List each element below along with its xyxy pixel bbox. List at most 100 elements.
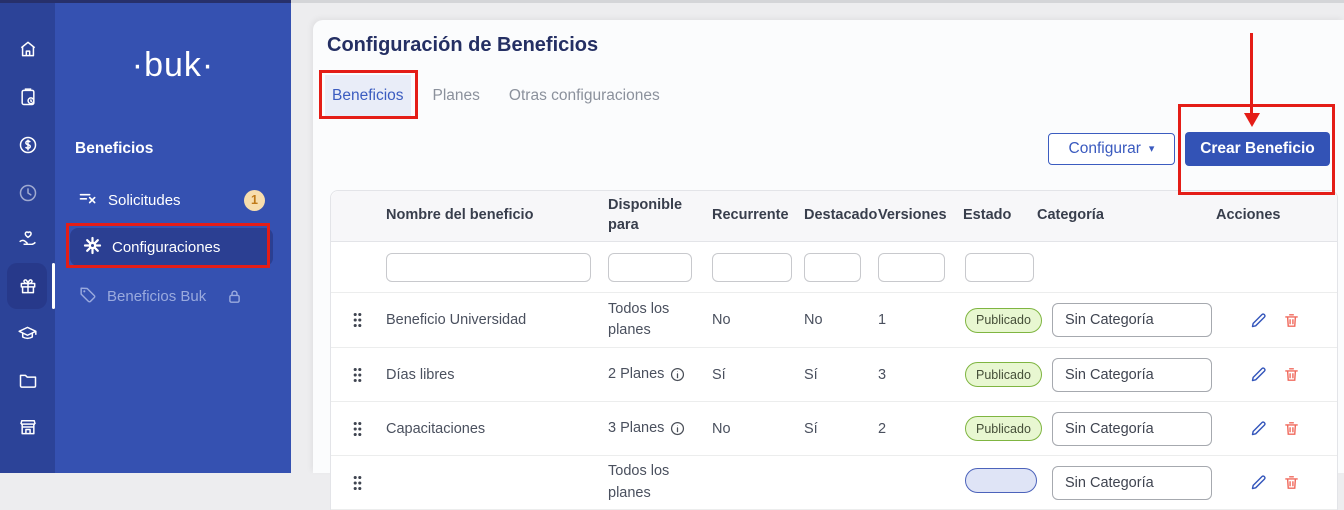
tab-otras-configuraciones[interactable]: Otras configuraciones	[502, 75, 667, 119]
cell-destacado: Sí	[801, 367, 873, 383]
rail-graduation-cap-icon[interactable]	[0, 309, 55, 357]
cell-versiones: 3	[873, 367, 953, 383]
cell-categoria: Sin Categoría	[1032, 412, 1212, 446]
header-disponible: Disponible para	[605, 196, 707, 235]
sidebar-section-title: Beneficios	[75, 140, 153, 158]
edit-icon[interactable]	[1250, 420, 1267, 437]
sidebar-item-label: Configuraciones	[112, 239, 220, 256]
delete-icon[interactable]	[1283, 366, 1300, 383]
category-select[interactable]: Sin Categoría	[1052, 303, 1212, 337]
buk-logo[interactable]: ·buk·	[55, 46, 291, 85]
cell-destacado: No	[801, 312, 873, 328]
tab-beneficios[interactable]: Beneficios	[325, 75, 411, 119]
edit-icon[interactable]	[1250, 312, 1267, 329]
cell-versiones: 1	[873, 312, 953, 328]
rail-money-icon[interactable]	[0, 121, 55, 169]
configurar-button-label: Configurar	[1069, 140, 1141, 158]
cell-acciones	[1212, 420, 1337, 437]
cell-estado: Publicado	[953, 362, 1032, 387]
cell-acciones	[1212, 366, 1337, 383]
status-badge: Publicado	[965, 308, 1042, 333]
info-icon[interactable]	[670, 367, 685, 382]
crear-beneficio-label: Crear Beneficio	[1200, 140, 1315, 158]
category-select[interactable]: Sin Categoría	[1052, 412, 1212, 446]
cell-categoria: Sin Categoría	[1032, 466, 1212, 500]
cell-disponible: Todos los planes	[605, 461, 707, 503]
drag-handle-icon[interactable]	[351, 418, 364, 440]
cell-nombre: Días libres	[383, 367, 605, 383]
table-row: Todos los planes Sin Categoría	[331, 456, 1337, 510]
rail-store-icon[interactable]	[0, 403, 55, 451]
cell-estado	[953, 468, 1032, 497]
filter-estado-input[interactable]	[965, 253, 1034, 282]
status-badge: Publicado	[965, 362, 1042, 387]
content-card: Configuración de Beneficios Beneficios P…	[313, 20, 1344, 473]
cell-acciones	[1212, 312, 1337, 329]
rail-gift-icon[interactable]	[0, 262, 55, 310]
rail-clipboard-clock-icon[interactable]	[0, 73, 55, 121]
delete-icon[interactable]	[1283, 312, 1300, 329]
header-versiones: Versiones	[873, 206, 953, 226]
rail-clock-icon[interactable]	[0, 169, 55, 217]
cell-nombre: Capacitaciones	[383, 421, 605, 437]
status-badge: Publicado	[965, 416, 1042, 441]
rail-home-icon[interactable]	[0, 25, 55, 73]
sidebar-item-solicitudes[interactable]: Solicitudes 1	[55, 183, 291, 217]
table-header-row: Nombre del beneficio Disponible para Rec…	[331, 191, 1337, 242]
cell-nombre: Beneficio Universidad	[383, 312, 605, 328]
cell-disponible: 2 Planes	[605, 364, 707, 385]
cell-disponible: 3 Planes	[605, 418, 707, 439]
drag-handle-icon[interactable]	[351, 309, 364, 331]
sidebar-rail	[0, 0, 55, 473]
table-row: Capacitaciones 3 Planes No Sí 2 Publicad…	[331, 402, 1337, 456]
request-list-icon	[78, 188, 98, 212]
cell-estado: Publicado	[953, 308, 1032, 333]
cell-categoria: Sin Categoría	[1032, 303, 1212, 337]
table-row: Beneficio Universidad Todos los planes N…	[331, 293, 1337, 348]
cell-versiones: 2	[873, 421, 953, 437]
delete-icon[interactable]	[1283, 474, 1300, 491]
filter-disponible-input[interactable]	[608, 253, 692, 282]
page-title: Configuración de Beneficios	[327, 34, 598, 57]
sidebar-item-label: Solicitudes	[108, 192, 181, 209]
crear-beneficio-button[interactable]: Crear Beneficio	[1185, 132, 1330, 166]
filter-destacado-input[interactable]	[804, 253, 861, 282]
filter-nombre-input[interactable]	[386, 253, 591, 282]
edit-icon[interactable]	[1250, 474, 1267, 491]
tag-icon	[78, 285, 97, 308]
edit-icon[interactable]	[1250, 366, 1267, 383]
cell-disponible: Todos los planes	[605, 299, 707, 341]
table-filter-row	[331, 242, 1337, 293]
main-top-edge	[291, 0, 1344, 3]
info-icon[interactable]	[670, 421, 685, 436]
header-nombre: Nombre del beneficio	[383, 206, 605, 226]
filter-versiones-input[interactable]	[878, 253, 945, 282]
drag-handle-icon[interactable]	[351, 472, 364, 494]
status-badge	[965, 468, 1037, 493]
chevron-down-icon: ▾	[1149, 144, 1155, 155]
configurar-button[interactable]: Configurar ▾	[1048, 133, 1175, 165]
rail-folder-icon[interactable]	[0, 356, 55, 404]
cell-recurrente: Sí	[707, 367, 801, 383]
cell-categoria: Sin Categoría	[1032, 358, 1212, 392]
header-acciones: Acciones	[1212, 206, 1337, 226]
sidebar-item-beneficios-buk[interactable]: Beneficios Buk	[55, 279, 291, 313]
cell-destacado: Sí	[801, 421, 873, 437]
category-select[interactable]: Sin Categoría	[1052, 466, 1212, 500]
tab-bar: Beneficios Planes Otras configuraciones	[325, 75, 682, 119]
sidebar-top-edge	[0, 0, 291, 3]
filter-recurrente-input[interactable]	[712, 253, 792, 282]
category-select[interactable]: Sin Categoría	[1052, 358, 1212, 392]
table-row: Días libres 2 Planes Sí Sí 3 Publicado S…	[331, 348, 1337, 402]
cell-acciones	[1212, 474, 1337, 491]
tab-planes[interactable]: Planes	[426, 75, 487, 119]
sidebar-item-configuraciones[interactable]: Configuraciones	[70, 228, 273, 266]
drag-handle-icon[interactable]	[351, 364, 364, 386]
header-destacado: Destacado	[801, 206, 873, 226]
header-recurrente: Recurrente	[707, 206, 801, 226]
cell-recurrente: No	[707, 421, 801, 437]
cell-estado: Publicado	[953, 416, 1032, 441]
rail-hand-heart-icon[interactable]	[0, 215, 55, 263]
benefits-table: Nombre del beneficio Disponible para Rec…	[330, 190, 1338, 510]
delete-icon[interactable]	[1283, 420, 1300, 437]
